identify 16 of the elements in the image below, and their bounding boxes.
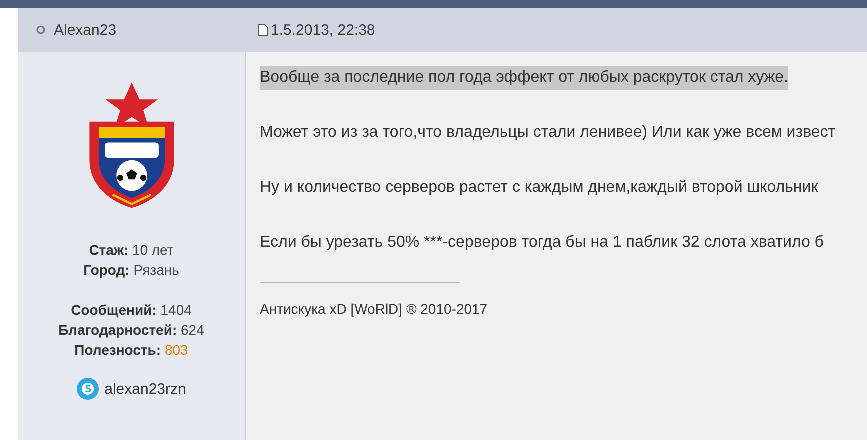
post-paragraph: Если бы урезать 50% ***-серверов тогда бы на 1 паблик 32 слота хватило б — [260, 233, 824, 253]
skype-name: alexan23rzn — [104, 380, 186, 398]
post-date: 1.5.2013, 22:38 — [271, 22, 376, 38]
author-name[interactable]: Alexan23 — [54, 22, 117, 38]
signature: Антискука xD [WoRlD] ® 2010-2017 — [260, 301, 489, 317]
post-paragraph: Вообще за последние пол года эффект от любых раскруток стал хуже. — [260, 66, 788, 90]
profile-field: Стаж: 10 лет — [89, 240, 174, 260]
profile-field: Сообщений: 1404 — [71, 300, 192, 320]
post-paragraph: Может это из за того,что владельцы стали ленивее) Или как уже всем извест — [260, 123, 836, 143]
document-icon — [258, 24, 268, 36]
bullet-icon — [36, 25, 46, 35]
profile-field: Полезность: 803 — [74, 340, 188, 360]
profile-field: Город: Рязань — [84, 260, 180, 280]
skype-icon — [76, 378, 99, 400]
post-paragraph: Ну и количество серверов растет с каждым днем,каждый второй школьник — [260, 178, 818, 198]
profile-field: Благодарностей: 624 — [58, 320, 204, 340]
